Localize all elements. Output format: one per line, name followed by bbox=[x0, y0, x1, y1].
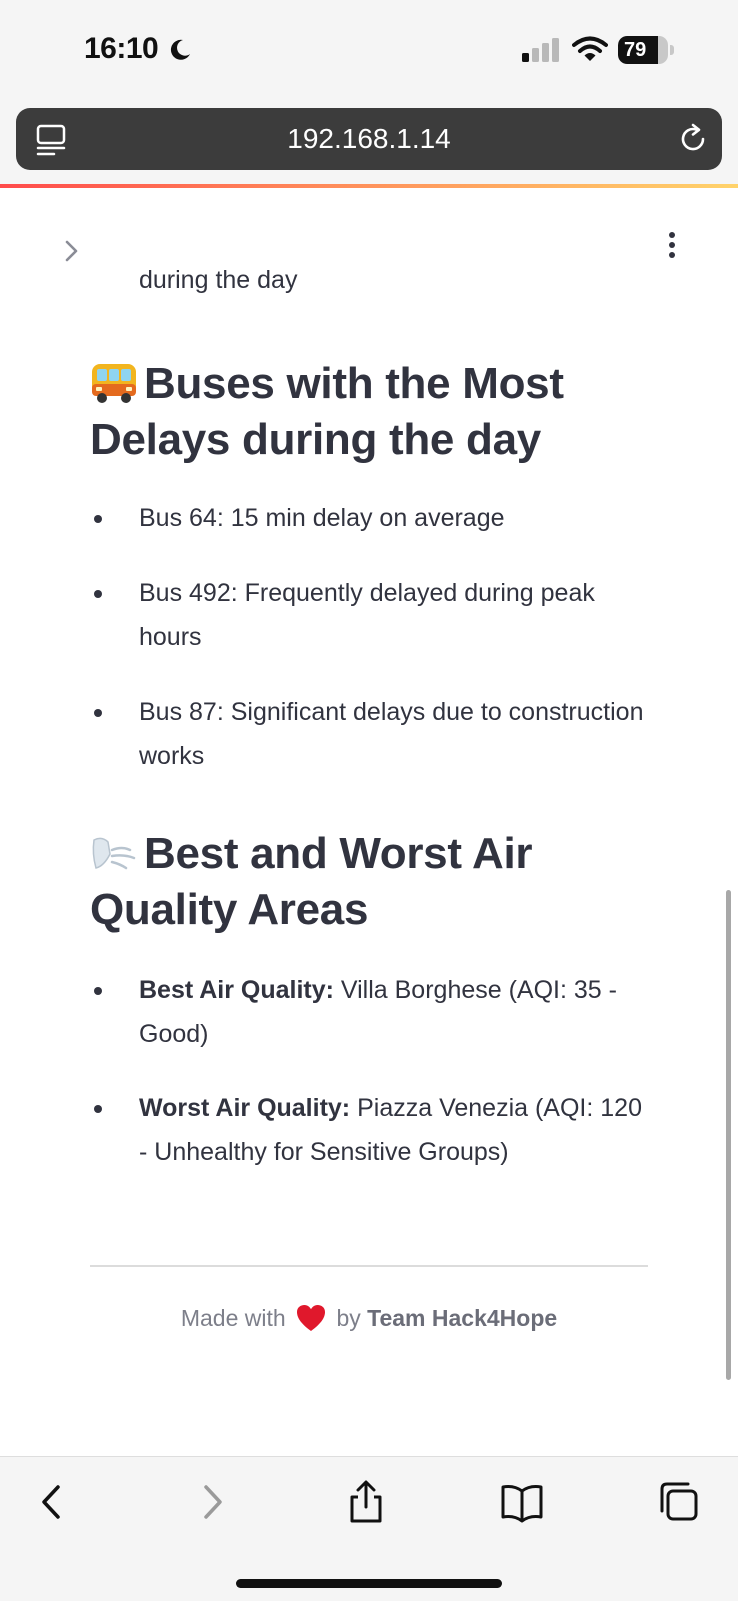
battery-icon: 79 bbox=[618, 36, 674, 64]
list-item: Bus 87: Significant delays due to constr… bbox=[90, 690, 650, 778]
scrollbar[interactable] bbox=[726, 890, 731, 1380]
footer: Made with by Team Hack4Hope bbox=[0, 1304, 738, 1332]
status-time: 16:10 bbox=[84, 32, 159, 65]
section-heading-text: Best and Worst Air Quality Areas bbox=[90, 829, 533, 934]
home-indicator[interactable] bbox=[236, 1579, 502, 1588]
bus-emoji bbox=[92, 364, 136, 403]
list-item: Bus 492: Frequently delayed during peak … bbox=[90, 571, 650, 659]
footer-by: by bbox=[336, 1305, 361, 1331]
item-label: Worst Air Quality: bbox=[139, 1094, 351, 1122]
heart-emoji bbox=[297, 1305, 326, 1331]
item-label: Best Air Quality: bbox=[139, 976, 334, 1004]
page-accent-bar bbox=[0, 184, 738, 188]
back-arrow-icon[interactable] bbox=[30, 1479, 74, 1525]
wind-face-emoji bbox=[92, 837, 136, 870]
section-heading-air-quality: Best and Worst Air Quality Areas bbox=[90, 826, 650, 938]
section-heading-text: Buses with the Most Delays during the da… bbox=[90, 359, 564, 464]
bookmarks-icon[interactable] bbox=[500, 1479, 544, 1525]
moon-icon bbox=[170, 39, 190, 60]
address-bar[interactable]: 192.168.1.14 bbox=[16, 108, 722, 170]
list-item: Worst Air Quality: Piazza Venezia (AQI: … bbox=[90, 1086, 650, 1174]
chevron-right-icon[interactable] bbox=[60, 236, 84, 266]
wifi-icon bbox=[572, 36, 608, 61]
forward-arrow-icon[interactable] bbox=[190, 1479, 234, 1525]
browser-chrome-top: 192.168.1.14 bbox=[0, 100, 738, 188]
share-icon[interactable] bbox=[344, 1479, 388, 1525]
previous-section-text: during the day bbox=[139, 266, 298, 294]
team-name: Team Hack4Hope bbox=[367, 1305, 558, 1331]
reload-icon[interactable] bbox=[676, 122, 710, 156]
url-text[interactable]: 192.168.1.14 bbox=[16, 108, 722, 170]
page-content: during the day Buses with the Most Delay… bbox=[0, 190, 738, 1456]
air-quality-list: Best Air Quality: Villa Borghese (AQI: 3… bbox=[90, 968, 650, 1204]
page-menu-icon[interactable] bbox=[36, 124, 66, 156]
section-heading-buses: Buses with the Most Delays during the da… bbox=[90, 356, 650, 468]
battery-level: 79 bbox=[624, 39, 647, 61]
tabs-icon[interactable] bbox=[656, 1479, 700, 1525]
footer-divider bbox=[90, 1265, 648, 1267]
list-item: Best Air Quality: Villa Borghese (AQI: 3… bbox=[90, 968, 650, 1056]
browser-toolbar bbox=[0, 1456, 738, 1601]
status-bar: 16:10 79 bbox=[0, 0, 738, 100]
cellular-signal-icon bbox=[522, 38, 559, 62]
more-options-icon[interactable] bbox=[660, 230, 684, 264]
footer-prefix: Made with bbox=[180, 1305, 286, 1331]
list-item: Bus 64: 15 min delay on average bbox=[90, 496, 650, 540]
bus-delays-list: Bus 64: 15 min delay on average Bus 492:… bbox=[90, 496, 650, 809]
